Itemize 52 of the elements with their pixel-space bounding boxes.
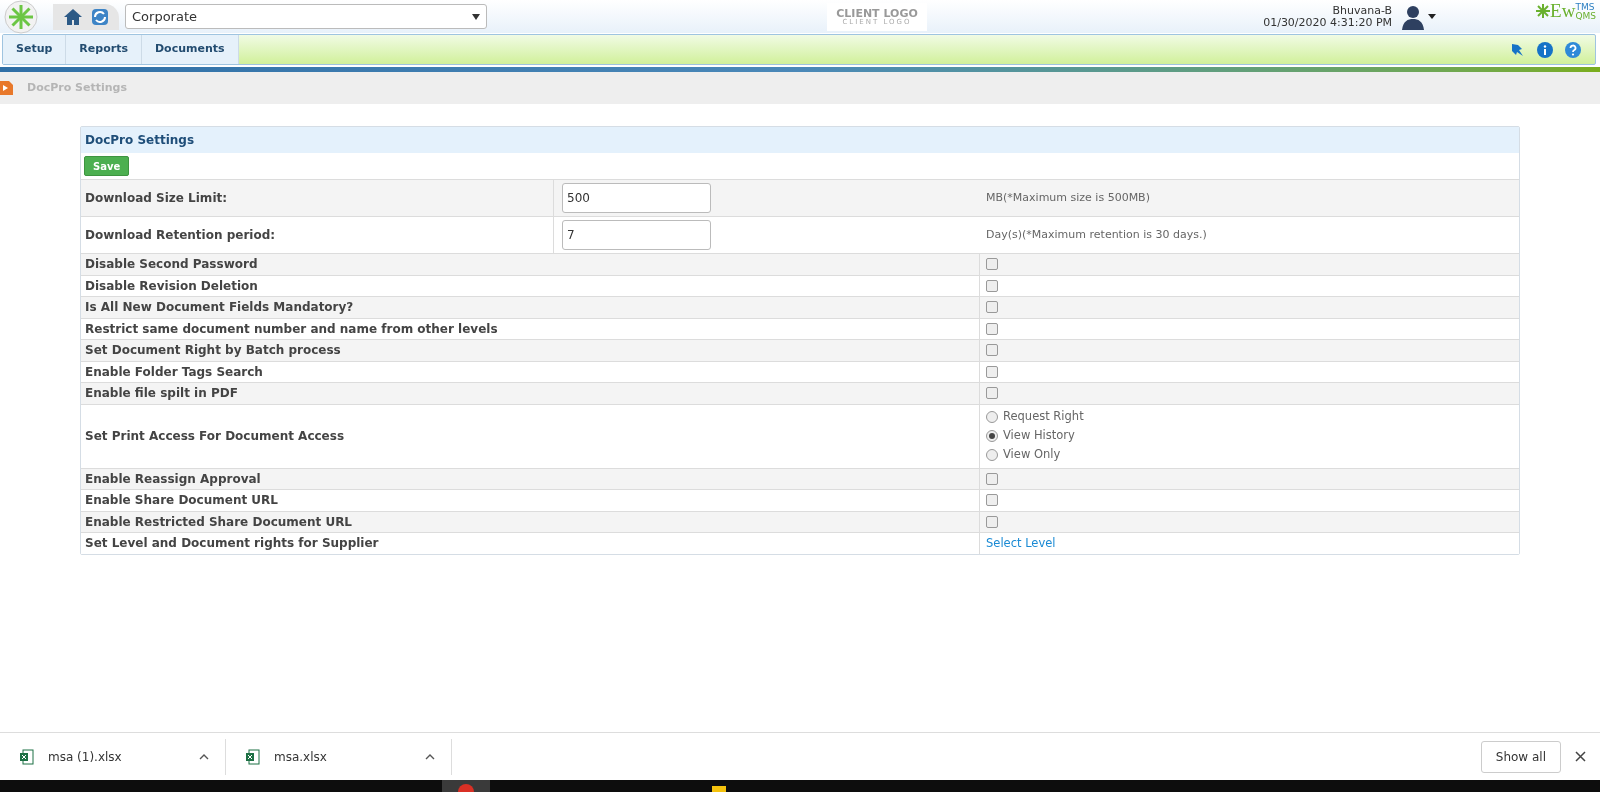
home-flag-icon[interactable]: [0, 81, 13, 95]
setting-label: Is All New Document Fields Mandatory?: [81, 297, 980, 318]
chevron-up-icon[interactable]: [425, 753, 435, 760]
help-icon[interactable]: [1565, 41, 1581, 58]
home-icon[interactable]: [63, 6, 83, 27]
menu-tab[interactable]: Setup: [3, 35, 67, 64]
menu-tab[interactable]: Documents: [141, 35, 239, 64]
download-item[interactable]: msa.xlsx: [226, 738, 452, 775]
checkbox[interactable]: [986, 301, 998, 314]
checkbox[interactable]: [986, 279, 998, 292]
input-field[interactable]: 500: [562, 183, 711, 213]
caret-icon: [472, 13, 480, 20]
hint-text: MB(*Maximum size is 500MB): [986, 189, 1150, 206]
radio-button[interactable]: [986, 411, 998, 423]
close-icon[interactable]: [1575, 751, 1586, 762]
user-name: Bhuvana-B: [1332, 4, 1393, 17]
download-item[interactable]: msa (1).xlsx: [0, 738, 226, 775]
checkbox[interactable]: [986, 365, 998, 378]
setting-label: Set Print Access For Document Access: [81, 404, 980, 468]
logo-icon: [1, 0, 41, 34]
checkbox[interactable]: [986, 344, 998, 357]
setting-label: Set Document Right by Batch process: [81, 340, 980, 361]
radio-label: View Only: [1003, 446, 1061, 464]
radio-label: View History: [1003, 427, 1075, 445]
checkbox[interactable]: [986, 472, 998, 485]
checkbox[interactable]: [986, 258, 998, 271]
logo-text: CLIENT LOGO: [836, 7, 918, 19]
show-all-button[interactable]: Show all: [1480, 740, 1561, 773]
info-icon[interactable]: [1537, 41, 1553, 58]
chevron-up-icon[interactable]: [199, 753, 209, 760]
input-field[interactable]: 7: [562, 220, 711, 250]
setting-label: Enable Share Document URL: [81, 490, 980, 511]
spreadsheet-icon: [246, 748, 260, 765]
org-select[interactable]: Corporate: [125, 4, 487, 29]
setting-label: Enable file spilt in PDF: [81, 383, 980, 404]
menu-tab[interactable]: Reports: [66, 35, 142, 64]
checkbox[interactable]: [986, 515, 998, 528]
radio-button[interactable]: [986, 449, 998, 461]
checkbox[interactable]: [986, 387, 998, 400]
panel-title: DocPro Settings: [81, 127, 1519, 153]
select-level-link[interactable]: Select Level: [986, 534, 1056, 552]
radio-label: Request Right: [1003, 408, 1084, 426]
setting-label: Disable Second Password: [81, 254, 980, 275]
checkbox[interactable]: [986, 322, 998, 335]
refresh-icon[interactable]: [91, 7, 109, 26]
hint-text: Day(s)(*Maximum retention is 30 days.): [986, 226, 1207, 243]
radio-button[interactable]: [986, 430, 998, 442]
checkbox[interactable]: [986, 494, 998, 507]
date-time: 01/30/2020 4:31:20 PM: [1263, 16, 1393, 29]
dropdown-icon[interactable]: [1428, 14, 1437, 19]
spreadsheet-icon: [20, 748, 34, 765]
setting-label: Set Level and Document rights for Supplier: [81, 533, 980, 554]
